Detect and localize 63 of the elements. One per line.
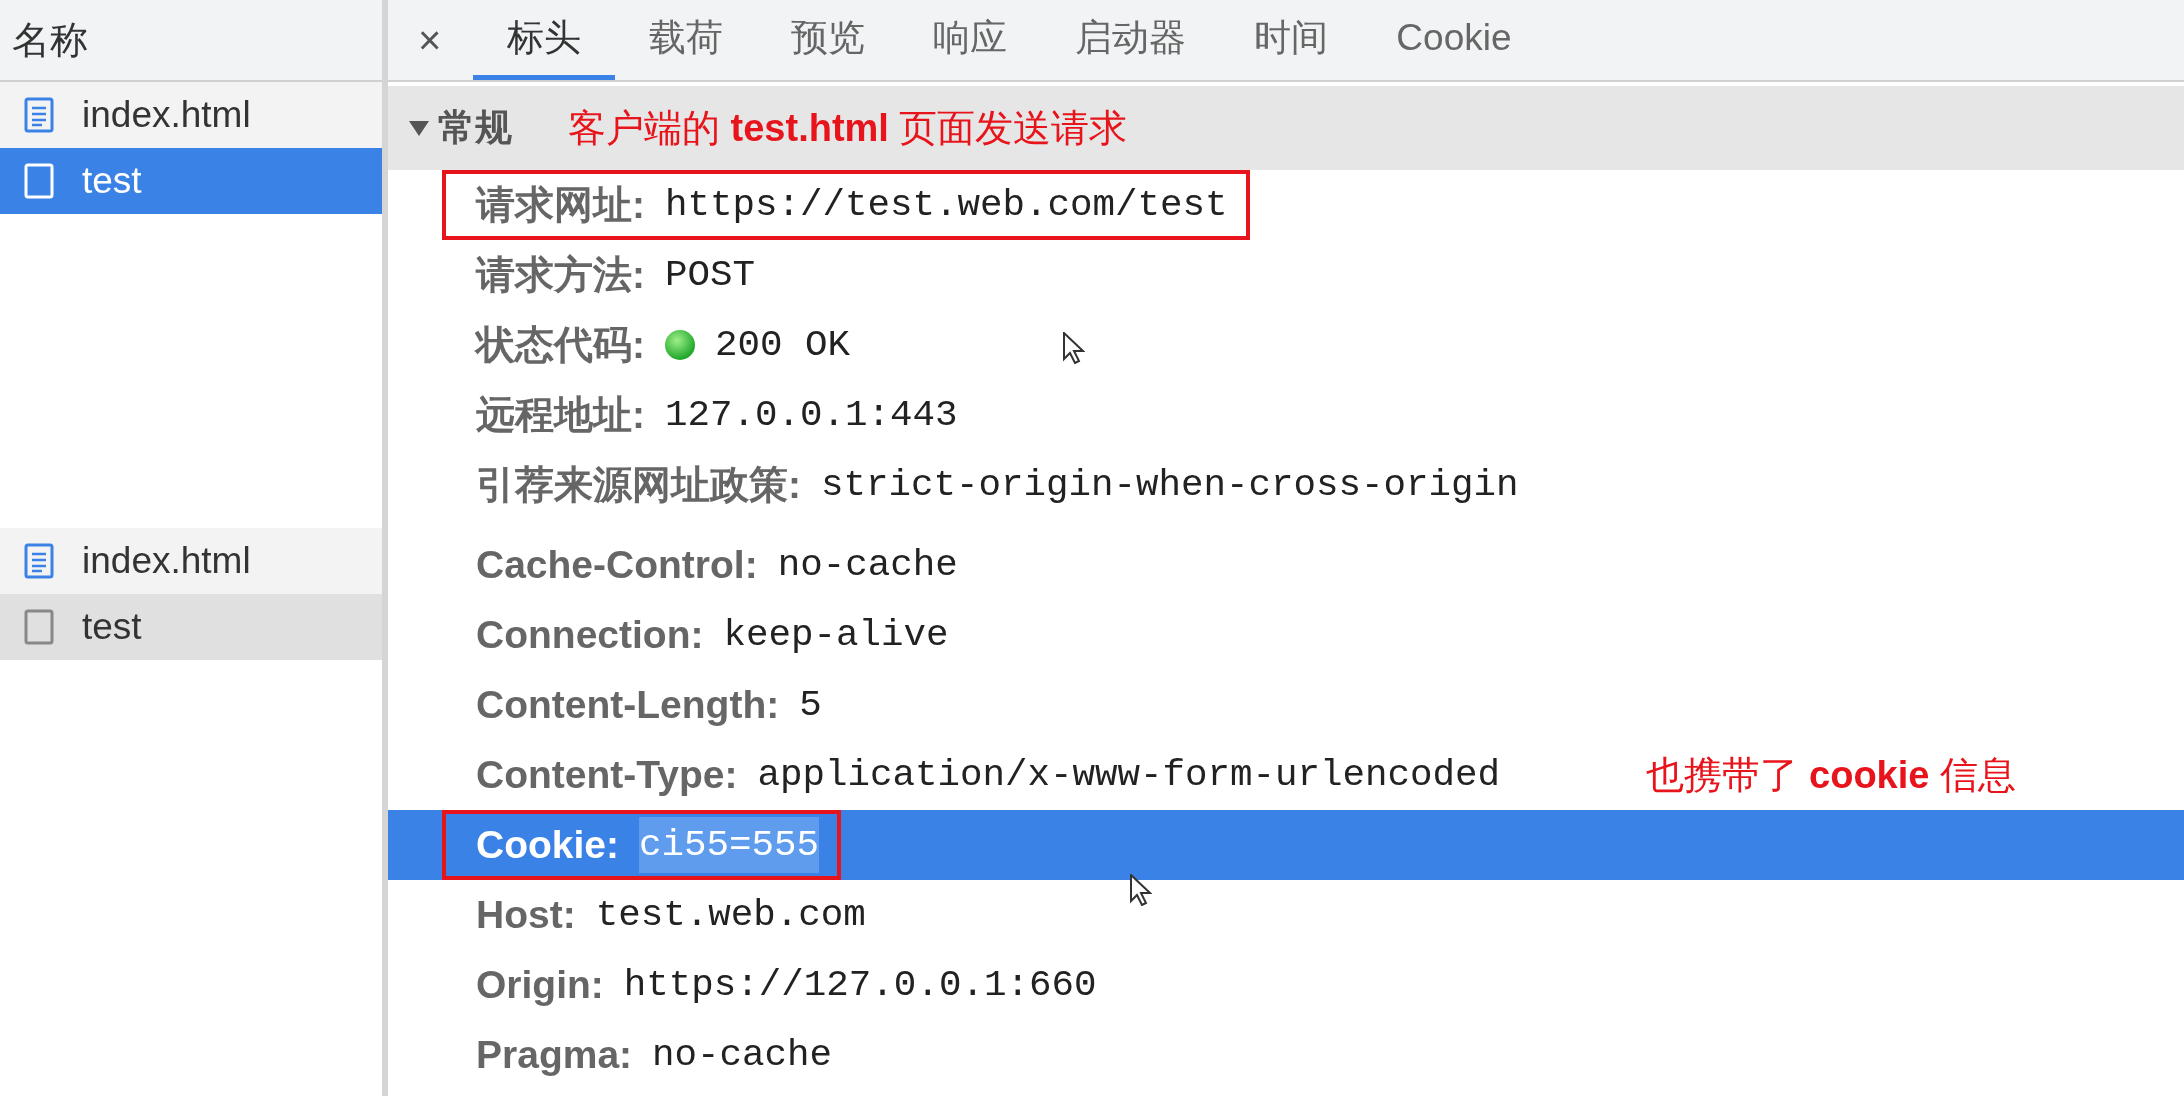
header-row[interactable]: 引荐来源网址政策: strict-origin-when-cross-origin — [388, 450, 2184, 520]
header-name: Host: — [476, 891, 576, 938]
header-value: 127.0.0.1:443 — [665, 392, 958, 438]
header-value: https://test.web.com/test — [665, 182, 1228, 228]
document-icon — [24, 543, 54, 579]
header-name: 请求网址: — [476, 181, 645, 228]
tab[interactable]: 预览 — [757, 0, 900, 80]
section-toggle[interactable]: 常规 — [408, 100, 512, 156]
cursor-icon — [1130, 874, 1152, 906]
cursor-icon — [1063, 332, 1085, 364]
header-value: strict-origin-when-cross-origin — [821, 462, 1519, 508]
header-value: 200 OK — [715, 322, 851, 368]
header-name: Connection: — [476, 611, 704, 658]
tab[interactable]: 启动器 — [1041, 0, 1221, 80]
header-value: test.web.com — [595, 892, 866, 938]
status-dot-icon — [665, 330, 695, 360]
header-row[interactable]: Connection: keep-alive — [388, 600, 2184, 670]
header-row[interactable]: Content-Length: 5 — [388, 670, 2184, 740]
header-name: Cookie: — [476, 821, 619, 868]
tab[interactable]: 响应 — [899, 0, 1042, 80]
header-name: Pragma: — [476, 1031, 633, 1078]
header-value: 5 — [799, 682, 822, 728]
annotation: 也携带了 cookie 信息 — [1646, 752, 2016, 798]
request-item[interactable]: index.html — [0, 82, 382, 148]
request-item[interactable]: test — [0, 594, 382, 660]
header-name: 引荐来源网址政策: — [476, 461, 801, 508]
header-row[interactable]: Origin: https://127.0.0.1:660 — [388, 950, 2184, 1020]
document-icon — [24, 97, 54, 133]
close-button[interactable]: × — [404, 0, 456, 80]
header-value: https://127.0.0.1:660 — [623, 962, 1097, 1008]
annotation: 客户端的 test.html 页面发送请求 — [568, 105, 1128, 151]
header-name: 状态代码: — [476, 321, 645, 368]
column-header: 名称 — [12, 17, 88, 63]
header-value: no-cache — [777, 542, 958, 588]
header-name: 远程地址: — [476, 391, 645, 438]
header-row[interactable]: Host: test.web.com — [388, 880, 2184, 950]
header-value: keep-alive — [723, 612, 949, 658]
header-value: POST — [665, 252, 755, 298]
request-item[interactable]: index.html — [0, 528, 382, 594]
header-row[interactable]: Cache-Control: no-cache — [388, 530, 2184, 600]
header-row[interactable]: 远程地址: 127.0.0.1:443 — [388, 380, 2184, 450]
file-icon — [24, 609, 54, 645]
file-icon — [24, 163, 54, 199]
tab[interactable]: 时间 — [1220, 0, 1363, 80]
header-row[interactable]: 请求网址: https://test.web.com/test — [388, 170, 2184, 240]
header-row[interactable]: Pragma: no-cache — [388, 1020, 2184, 1090]
header-name: Cache-Control: — [476, 541, 758, 588]
header-name: Origin: — [476, 961, 604, 1008]
tab[interactable]: Cookie — [1362, 0, 1546, 80]
tab[interactable]: 载荷 — [615, 0, 758, 80]
header-name: Content-Type: — [476, 751, 738, 798]
header-row[interactable]: Content-Type: application/x-www-form-urlencoded 也携带了 cookie 信息 — [388, 740, 2184, 810]
header-name: Content-Length: — [476, 681, 780, 728]
header-value: application/x-www-form-urlencoded — [757, 752, 1501, 798]
header-value: ci55=555 — [639, 816, 820, 874]
header-value: no-cache — [652, 1032, 833, 1078]
request-item[interactable]: test — [0, 148, 382, 214]
header-row[interactable]: 请求方法: POST — [388, 240, 2184, 310]
tab[interactable]: 标头 — [473, 0, 616, 80]
header-row[interactable]: Cookie: ci55=555 — [388, 810, 2184, 880]
collapse-icon — [408, 119, 430, 137]
header-name: 请求方法: — [476, 251, 645, 298]
header-row[interactable]: 状态代码: 200 OK — [388, 310, 2184, 380]
